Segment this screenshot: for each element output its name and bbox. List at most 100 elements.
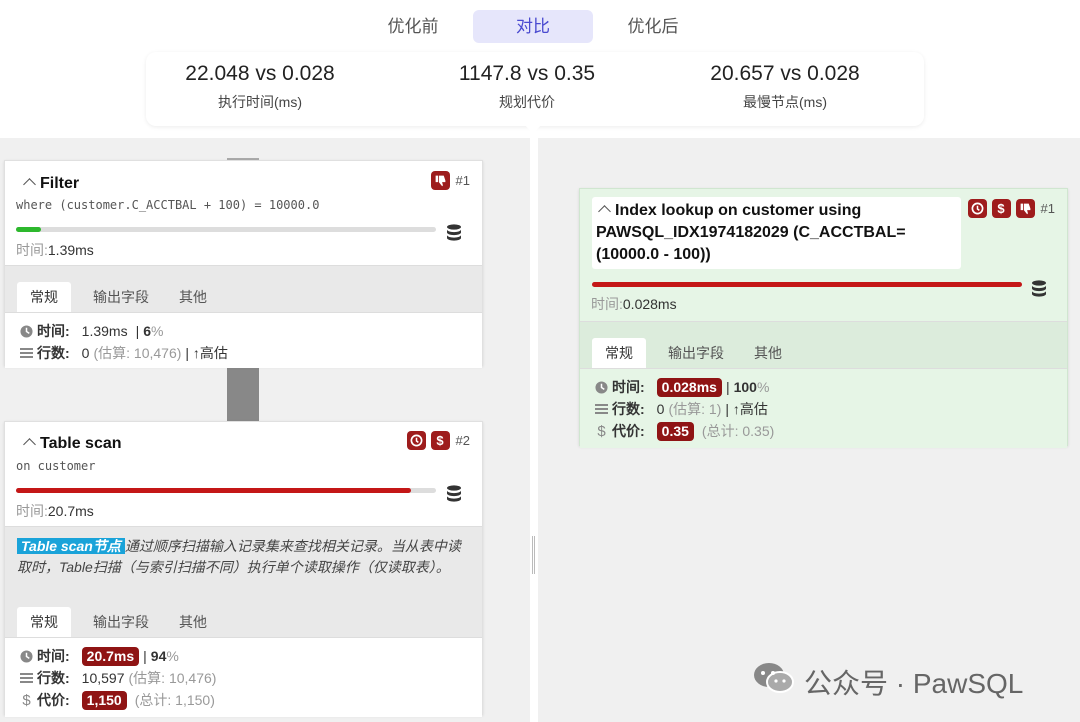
tab-compare[interactable]: 对比	[473, 10, 593, 43]
view-tabs: 优化前 对比 优化后	[0, 10, 1080, 43]
stat-total: (总计: 0.35)	[701, 423, 775, 439]
separator: |	[135, 323, 140, 339]
time-key: 时间:	[16, 242, 48, 258]
stat-label: 代价:	[37, 692, 70, 708]
node-stats: 时间: 1.39ms | 6% 行数: 0 (估算: 10,476) | ↑高估	[5, 312, 482, 368]
stat-value: 1.39ms	[81, 323, 128, 339]
tab-output-fields[interactable]: 输出字段	[85, 282, 157, 312]
dollar-icon: $	[597, 422, 606, 440]
rows-icon	[19, 672, 34, 684]
stat-label: 行数:	[612, 401, 645, 417]
stat-estimate: (估算: 10,476)	[128, 670, 217, 686]
chevron-up-icon[interactable]	[598, 205, 611, 218]
clock-icon	[406, 431, 426, 450]
node-time: 时间:1.39ms	[16, 240, 94, 260]
stat-estimate: (估算: 10,476)	[93, 345, 182, 361]
metric-value: 22.048 vs 0.028	[185, 62, 335, 85]
time-share-bar	[16, 227, 436, 232]
clock-icon	[594, 380, 609, 394]
metric-label: 执行时间(ms)	[218, 94, 302, 110]
node-number: #2	[455, 433, 470, 448]
plan-node-table-scan[interactable]: Table scan $ #2 on customer 时间:20.7ms Ta…	[4, 421, 483, 717]
stat-percent: 6	[143, 323, 152, 339]
node-badges: #1	[426, 171, 470, 190]
stat-rows: 行数: 0 (估算: 1) | ↑高估	[594, 399, 768, 419]
tab-other[interactable]: 其他	[746, 338, 790, 368]
node-description: Table scan节点 通过顺序扫描输入记录集来查找相关记录。当从表中读取时，T…	[17, 536, 470, 578]
time-key: 时间:	[16, 503, 48, 519]
plan-edge	[227, 367, 259, 421]
split-divider[interactable]	[530, 138, 538, 722]
plan-node-index-lookup[interactable]: Index lookup on customer using PAWSQL_ID…	[579, 188, 1068, 448]
thumbs-down-icon	[430, 171, 450, 190]
dollar-icon: $	[430, 431, 450, 450]
node-number: #1	[455, 173, 470, 188]
metric-value: 20.657 vs 0.028	[710, 62, 860, 85]
percent-sign: %	[756, 379, 770, 395]
clock-icon	[19, 324, 34, 338]
node-title[interactable]: Table scan	[17, 430, 128, 458]
tab-after[interactable]: 优化后	[593, 10, 713, 43]
metric-label: 最慢节点(ms)	[743, 94, 827, 110]
estimate-flag: | ↑高估	[185, 345, 228, 361]
separator: |	[725, 379, 730, 395]
time-share-bar	[592, 282, 1022, 287]
wechat-icon	[752, 660, 796, 703]
node-stats: 时间: 0.028ms | 100% 行数: 0 (估算: 1) | ↑高估 $…	[580, 368, 1067, 448]
time-share-fill	[16, 488, 411, 493]
node-time: 时间:20.7ms	[16, 501, 94, 521]
node-title[interactable]: Index lookup on customer using PAWSQL_ID…	[592, 197, 961, 269]
stat-label: 行数:	[37, 670, 70, 686]
tab-other[interactable]: 其他	[171, 282, 215, 312]
node-stats: 时间: 20.7ms | 94% 行数: 10,597 (估算: 10,476)…	[5, 637, 482, 717]
stat-value: 0	[656, 401, 665, 417]
chevron-up-icon[interactable]	[23, 438, 36, 451]
metric-exec-time: 22.048 vs 0.028 执行时间(ms)	[130, 62, 390, 112]
time-value: 20.7ms	[47, 503, 94, 519]
node-condition: on customer	[16, 459, 96, 473]
node-title-text: Index lookup on customer using PAWSQL_ID…	[596, 202, 906, 263]
stat-value: 10,597	[81, 670, 125, 686]
stat-percent: 100	[733, 379, 757, 395]
tab-general[interactable]: 常规	[17, 607, 71, 637]
percent-sign: %	[166, 648, 179, 664]
tab-before[interactable]: 优化前	[353, 10, 473, 43]
stat-label: 时间:	[37, 323, 70, 339]
stat-rows: 行数: 10,597 (估算: 10,476)	[19, 668, 216, 688]
detail-tabs: 常规 输出字段 其他	[17, 607, 229, 637]
tab-general[interactable]: 常规	[592, 338, 646, 368]
percent-sign: %	[151, 323, 164, 339]
stat-value: 0	[81, 345, 90, 361]
time-value: 1.39ms	[47, 242, 94, 258]
node-title[interactable]: Filter	[17, 170, 86, 198]
database-icon	[446, 485, 462, 508]
clock-icon	[19, 649, 34, 663]
tab-general[interactable]: 常规	[17, 282, 71, 312]
summary-card: 22.048 vs 0.028 执行时间(ms) 1147.8 vs 0.35 …	[146, 52, 924, 126]
stat-value-highlight: 20.7ms	[81, 646, 140, 666]
node-title-text: Table scan	[40, 435, 122, 452]
rows-icon	[19, 347, 34, 359]
stat-estimate: (估算: 1)	[668, 401, 722, 417]
node-time: 时间:0.028ms	[591, 294, 677, 314]
chevron-up-icon[interactable]	[23, 178, 36, 191]
stat-time: 时间: 20.7ms | 94%	[19, 646, 179, 666]
metric-plan-cost: 1147.8 vs 0.35 规划代价	[397, 62, 657, 112]
stat-percent: 94	[150, 648, 167, 664]
tab-output-fields[interactable]: 输出字段	[660, 338, 732, 368]
stat-value-highlight: 1,150	[81, 690, 127, 710]
node-badges: $ #1	[963, 199, 1055, 218]
stat-label: 时间:	[612, 379, 645, 395]
time-key: 时间:	[591, 296, 623, 312]
plan-node-filter[interactable]: Filter #1 where (customer.C_ACCTBAL + 10…	[4, 160, 483, 368]
watermark: 公众号 · PawSQL	[752, 660, 1023, 703]
tab-output-fields[interactable]: 输出字段	[85, 607, 157, 637]
node-number: #1	[1040, 201, 1055, 216]
stat-time: 时间: 0.028ms | 100%	[594, 377, 769, 397]
tab-other[interactable]: 其他	[171, 607, 215, 637]
split-handle[interactable]	[532, 536, 535, 574]
stat-label: 行数:	[37, 345, 70, 361]
database-icon	[446, 224, 462, 247]
detail-tabs: 常规 输出字段 其他	[592, 338, 804, 368]
dollar-icon: $	[991, 199, 1011, 218]
